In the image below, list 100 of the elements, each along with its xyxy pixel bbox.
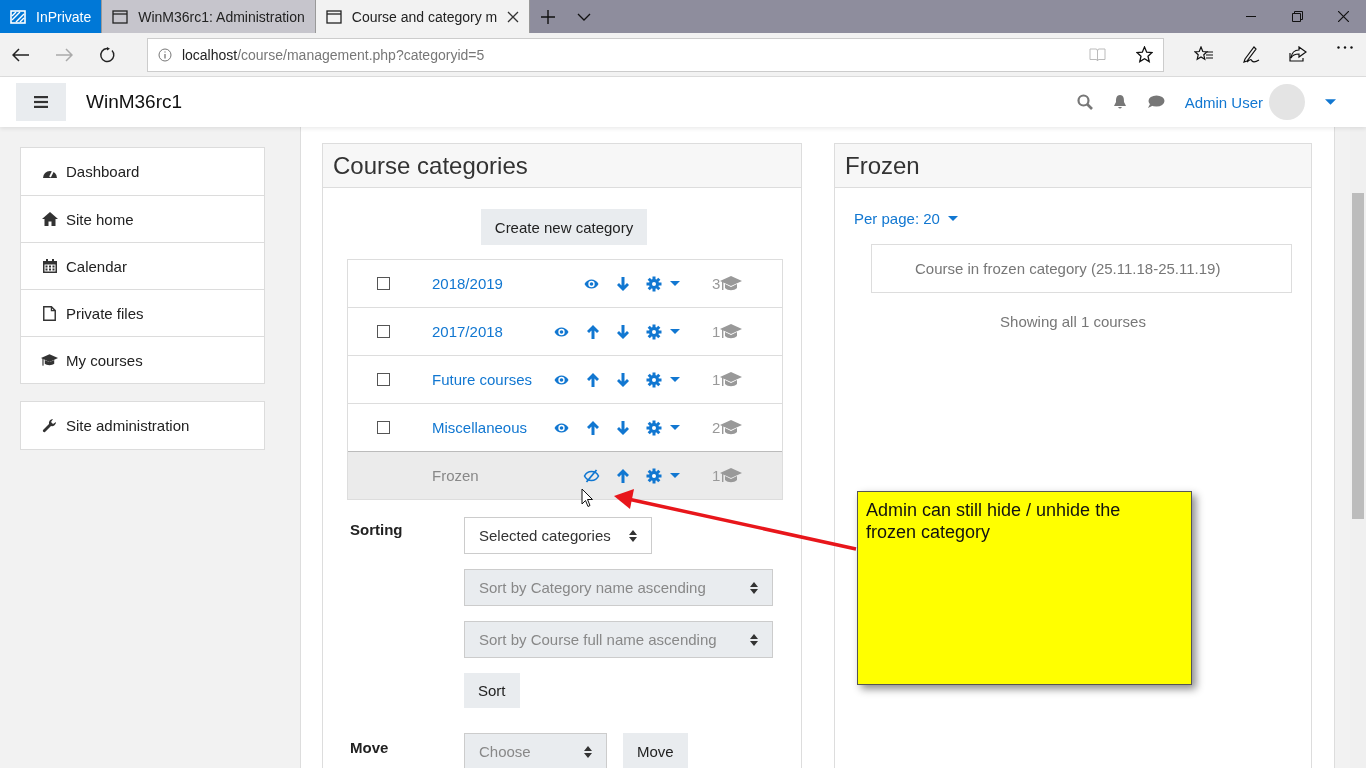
gear-icon	[646, 419, 662, 436]
checkbox[interactable]	[377, 325, 390, 338]
course-summary: Showing all 1 courses	[999, 313, 1147, 330]
gear-icon	[646, 323, 662, 340]
info-icon	[157, 47, 172, 62]
course-item[interactable]: Course in frozen category (25.11.18-25.11.19)	[871, 244, 1292, 293]
panel-title: Frozen	[845, 151, 920, 180]
select-value: Sort by Category name ascending	[479, 579, 706, 596]
arrow-up-icon	[586, 323, 600, 340]
gear-icon	[646, 467, 662, 484]
bell-icon	[1112, 94, 1127, 110]
caret-icon	[947, 216, 958, 221]
chat-bubble-icon	[1146, 95, 1165, 109]
file-icon	[43, 305, 56, 321]
graduation-cap-icon	[720, 324, 743, 339]
close-icon	[1337, 11, 1349, 22]
course-count: 1	[712, 467, 721, 484]
panel-title: Course categories	[333, 151, 528, 180]
caret-icon	[670, 473, 680, 478]
tab-title: WinM36rc1: Administration	[138, 8, 305, 25]
sidebar-item[interactable]: Dashboard	[21, 148, 264, 195]
minimize-icon	[1246, 16, 1256, 17]
select-field[interactable]: Selected categories	[464, 517, 652, 554]
sort-arrows-icon	[628, 529, 637, 542]
scroll-thumb[interactable]	[1352, 193, 1364, 519]
share-icon	[1288, 45, 1307, 62]
home-icon	[41, 212, 58, 226]
browser-tab[interactable]: Course and category m	[315, 0, 531, 33]
arrow-up-icon	[616, 467, 630, 484]
gear-icon	[646, 275, 662, 292]
wrench-icon	[41, 417, 58, 434]
category-row[interactable]: Future courses 1	[348, 355, 782, 403]
arrow-down-icon	[616, 323, 630, 340]
checkbox[interactable]	[377, 277, 390, 290]
graduation-cap-icon	[41, 354, 58, 366]
sidebar-label: Site administration	[66, 417, 190, 434]
user-menu-link[interactable]: Admin User	[1184, 93, 1263, 111]
more-icon	[1336, 45, 1353, 49]
star-list-icon	[1193, 45, 1214, 63]
caret-icon	[670, 329, 680, 334]
course-count: 2	[712, 419, 721, 436]
gear-icon	[646, 371, 662, 388]
graduation-cap-icon	[720, 372, 743, 387]
menu-button[interactable]	[16, 83, 66, 121]
page-icon	[112, 9, 129, 24]
tab-title: Course and category m	[351, 8, 498, 25]
menu-icon	[34, 96, 48, 108]
sidebar-label: My courses	[66, 351, 143, 369]
sidebar-label: Site home	[66, 210, 134, 228]
category-link[interactable]: 2017/2018	[432, 323, 548, 340]
plus-icon	[541, 9, 556, 24]
restore-icon	[1291, 11, 1303, 22]
course-count: 3	[712, 275, 721, 292]
sort-button[interactable]: Sort	[464, 673, 520, 708]
page-icon	[325, 9, 342, 24]
category-row[interactable]: 2017/2018 1	[348, 307, 782, 355]
arrow-down-icon	[616, 275, 630, 292]
sidebar-item[interactable]: Site home	[21, 195, 264, 242]
per-page-dropdown[interactable]: Per page: 20	[854, 210, 958, 227]
category-row[interactable]: 2018/2019 3	[348, 260, 782, 307]
arrow-down-icon	[616, 419, 630, 436]
star-icon	[1136, 46, 1153, 63]
sort-arrows-icon	[584, 745, 592, 758]
sidebar-item[interactable]: Site administration	[21, 402, 264, 449]
sidebar-label: Calendar	[66, 257, 127, 275]
create-category-button[interactable]: Create new category	[480, 209, 648, 245]
course-name: Course in frozen category (25.11.18-25.11.19)	[915, 260, 1221, 277]
url-text: localhost/course/management.php?categoryid=5	[181, 46, 485, 63]
calendar-icon	[42, 259, 57, 273]
book-icon	[1089, 47, 1106, 62]
address-bar[interactable]: localhost/course/management.php?categoryid=5	[146, 37, 1164, 72]
category-link[interactable]: Frozen	[432, 467, 548, 484]
checkbox[interactable]	[377, 421, 390, 434]
sidebar-item[interactable]: Calendar	[21, 242, 264, 289]
site-name: WinM36rc1	[86, 91, 183, 113]
caret-icon	[670, 377, 680, 382]
sidebar-item[interactable]: Private files	[21, 289, 264, 336]
category-link[interactable]: 2018/2019	[432, 275, 548, 292]
graduation-cap-icon	[720, 276, 743, 291]
checkbox[interactable]	[377, 373, 390, 386]
sidebar-item[interactable]: My courses	[21, 336, 264, 383]
caret-icon	[1325, 99, 1336, 105]
annotation-text: Admin can still hide / unhide the frozen category	[866, 499, 1122, 543]
sidebar-label: Dashboard	[66, 163, 140, 180]
move-button[interactable]: Move	[623, 733, 688, 768]
course-count: 1	[712, 371, 721, 388]
select-value: Sort by Course full name ascending	[479, 631, 717, 648]
back-arrow-icon	[12, 47, 31, 62]
category-link[interactable]: Future courses	[432, 371, 548, 388]
arrow-up-icon	[586, 419, 600, 436]
course-count: 1	[712, 323, 721, 340]
graduation-cap-icon	[720, 420, 743, 435]
form-label: Move	[350, 738, 390, 756]
private-window-icon	[10, 9, 26, 24]
arrow-down-icon	[616, 371, 630, 388]
category-link[interactable]: Miscellaneous	[432, 419, 548, 436]
browser-tab[interactable]: WinM36rc1: Administration	[102, 0, 316, 33]
refresh-icon	[98, 46, 115, 63]
sort-arrows-icon	[750, 581, 758, 594]
category-row[interactable]: Frozen 1	[348, 451, 782, 499]
